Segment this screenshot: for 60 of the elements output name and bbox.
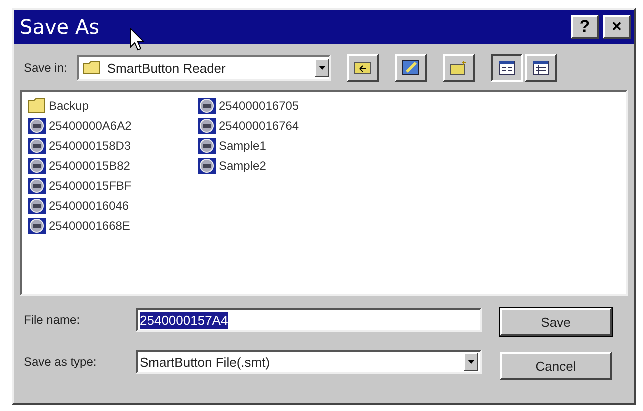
desktop-button[interactable] [395, 54, 428, 82]
window-title: Save As [20, 15, 100, 39]
file-name: Sample2 [219, 159, 266, 173]
close-button[interactable]: × [603, 15, 631, 39]
save-in-label: Save in: [24, 61, 68, 75]
new-folder-icon [450, 60, 468, 76]
folder-icon [28, 98, 46, 114]
file-icon [28, 178, 46, 194]
file-list-item[interactable]: 25400000A6A2 [28, 116, 198, 136]
save-as-type-value: SmartButton File(.smt) [140, 354, 270, 370]
file-icon [198, 138, 216, 154]
file-icon [28, 138, 46, 154]
file-icon [198, 158, 216, 174]
file-name: 25400000A6A2 [49, 119, 132, 133]
details-view-icon [533, 61, 550, 75]
file-name: Sample1 [219, 139, 266, 153]
cancel-button[interactable]: Cancel [500, 352, 612, 380]
save-as-type-dropdown[interactable]: SmartButton File(.smt) [136, 350, 482, 374]
save-in-dropdown[interactable]: SmartButton Reader [77, 55, 332, 81]
file-name-value: 2540000157A4 [140, 312, 228, 328]
file-list-item[interactable]: Backup [28, 96, 198, 116]
file-list-item[interactable]: Sample1 [198, 136, 368, 156]
file-list-item[interactable]: 2540000158D3 [28, 136, 198, 156]
file-icon [198, 118, 216, 134]
file-list[interactable]: Backup 25400000A6A2 2540000158D3 254000015B82 254000015FBF 254000016046 25400001668E 254000016705 254000016764 Sample1 Sample2 [20, 90, 628, 296]
new-folder-button[interactable] [443, 54, 476, 82]
up-folder-icon [354, 61, 372, 75]
file-icon [28, 158, 46, 174]
up-folder-button[interactable] [347, 54, 380, 82]
file-list-item[interactable]: 254000015B82 [28, 156, 198, 176]
file-list-item[interactable]: 254000016046 [28, 196, 198, 216]
file-list-item[interactable]: 254000016705 [198, 96, 368, 116]
file-name: 254000015FBF [49, 179, 132, 193]
help-button[interactable]: ? [571, 15, 599, 39]
file-list-item[interactable]: Sample2 [198, 156, 368, 176]
folder-icon [83, 61, 102, 75]
file-name-label: File name: [24, 313, 82, 327]
list-view-button[interactable] [491, 54, 524, 82]
save-in-value: SmartButton Reader [107, 60, 226, 76]
save-as-type-label: Save as type: [24, 355, 98, 369]
details-view-button[interactable] [525, 54, 558, 82]
file-name: Backup [49, 99, 90, 113]
file-icon [28, 198, 46, 214]
desktop-icon [402, 60, 420, 76]
file-icon [28, 218, 46, 234]
list-view-icon [499, 61, 516, 75]
file-name: 254000016046 [49, 199, 130, 213]
file-list-item[interactable]: 254000016764 [198, 116, 368, 136]
file-name-field[interactable]: 2540000157A4 [136, 308, 482, 332]
file-list-item[interactable]: 25400001668E [28, 216, 198, 236]
file-name: 254000016764 [219, 119, 300, 133]
save-button[interactable]: Save [500, 308, 612, 336]
file-icon [28, 118, 46, 134]
file-list-item[interactable]: 254000015FBF [28, 176, 198, 196]
file-name: 2540000158D3 [49, 139, 132, 153]
file-name: 25400001668E [49, 219, 130, 233]
file-name: 254000015B82 [49, 159, 130, 173]
cursor-icon [130, 28, 146, 52]
file-name: 254000016705 [219, 99, 300, 113]
file-icon [198, 98, 216, 114]
